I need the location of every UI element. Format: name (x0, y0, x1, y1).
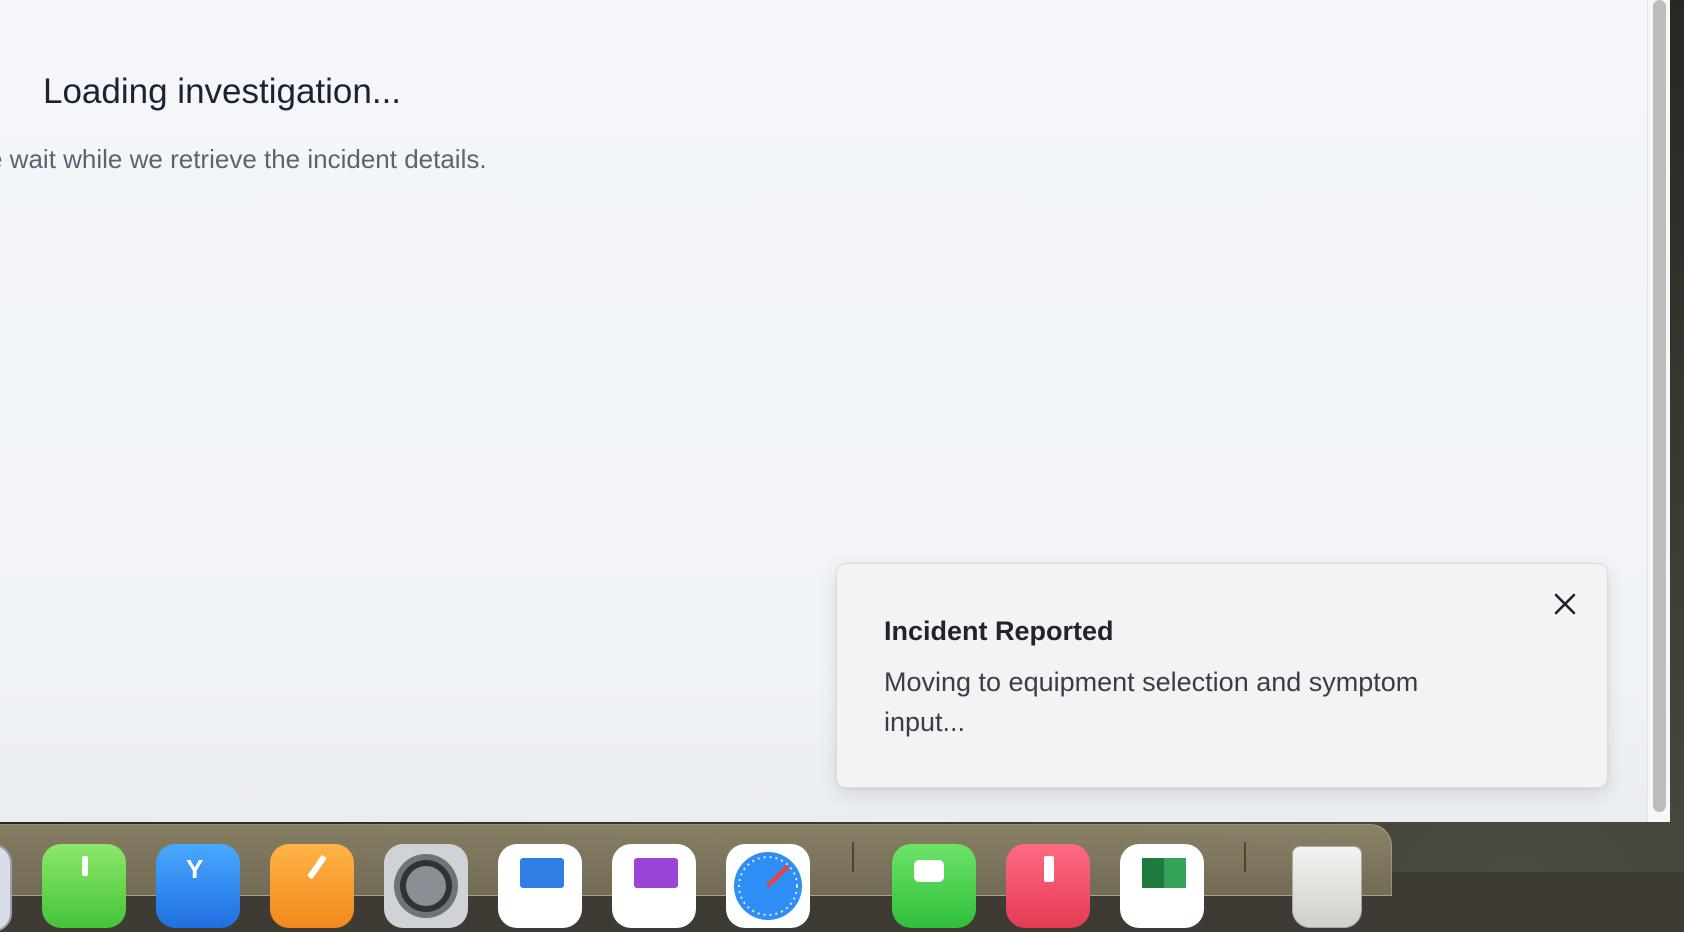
loading-subtitle: e wait while we retrieve the incident de… (0, 144, 487, 174)
keynote-icon[interactable] (498, 844, 582, 928)
scrollbar[interactable] (1647, 0, 1670, 822)
safari-icon[interactable] (726, 844, 810, 928)
pages-icon[interactable] (270, 844, 354, 928)
toast-title: Incident Reported (884, 616, 1114, 646)
scrollbar-thumb[interactable] (1653, 0, 1666, 812)
onenote-icon[interactable] (612, 844, 696, 928)
numbers-icon[interactable] (42, 844, 126, 928)
music-icon[interactable] (1006, 844, 1090, 928)
system-settings-icon[interactable] (384, 844, 468, 928)
partial-app-icon[interactable] (0, 844, 12, 932)
dock-divider (1244, 842, 1246, 872)
trash-icon[interactable] (1284, 844, 1368, 928)
excel-icon[interactable] (1120, 844, 1204, 928)
app-window: Loading investigation... e wait while we… (0, 0, 1670, 822)
facetime-icon[interactable] (892, 844, 976, 928)
dock-divider (852, 842, 854, 872)
close-icon[interactable] (1547, 586, 1583, 622)
notification-toast: Incident Reported Moving to equipment se… (836, 563, 1608, 788)
loading-title: Loading investigation... (43, 72, 402, 111)
toast-message: Moving to equipment selection and sympto… (884, 667, 1419, 737)
xcode-icon[interactable]: Y (156, 844, 240, 928)
